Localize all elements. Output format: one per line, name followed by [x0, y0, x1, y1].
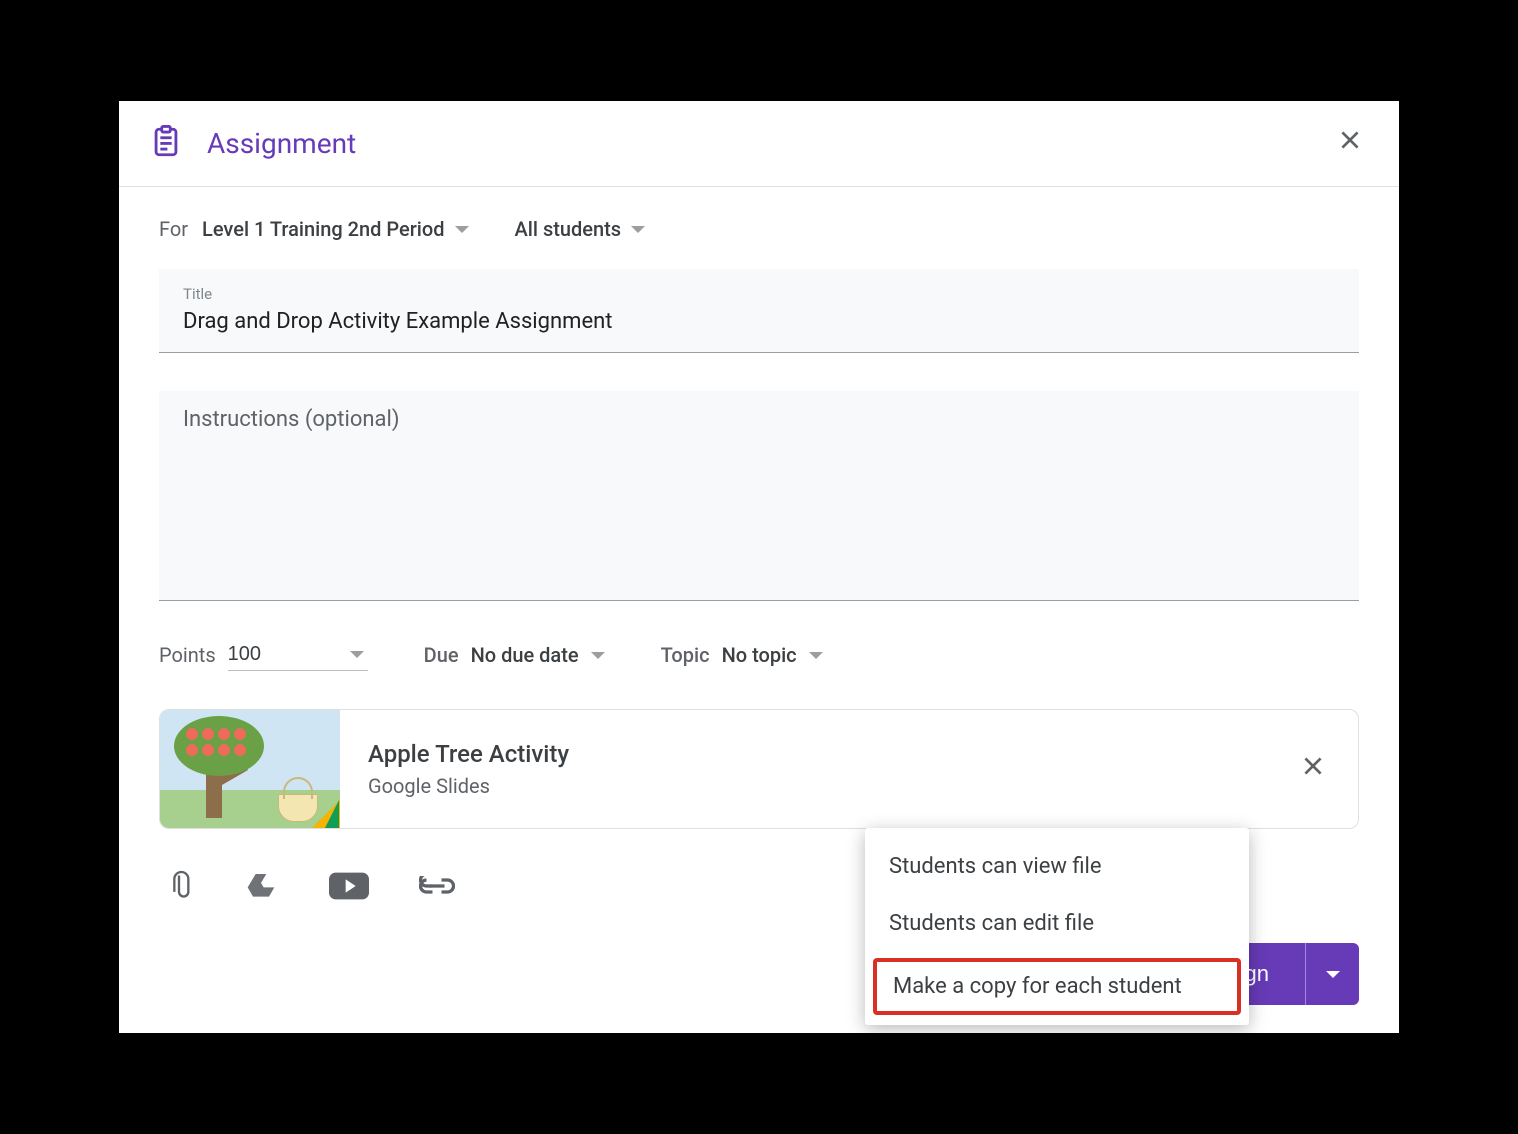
chevron-down-icon [455, 226, 469, 233]
students-dropdown[interactable]: All students [515, 217, 646, 241]
instructions-field[interactable]: Instructions (optional) [159, 391, 1359, 601]
chevron-down-icon [1326, 971, 1340, 978]
dialog-header: Assignment [119, 101, 1399, 187]
points-label: Points [159, 643, 216, 667]
attach-file-icon[interactable] [165, 869, 193, 907]
topic-value: No topic [722, 643, 797, 667]
points-input[interactable] [228, 639, 368, 671]
permission-menu: Students can view file Students can edit… [865, 828, 1249, 1025]
dialog-title: Assignment [207, 127, 1331, 160]
class-value: Level 1 Training 2nd Period [202, 217, 444, 241]
title-label: Title [183, 285, 1335, 303]
menu-item-edit[interactable]: Students can edit file [865, 895, 1249, 952]
menu-item-copy[interactable]: Make a copy for each student [873, 958, 1241, 1015]
title-value: Drag and Drop Activity Example Assignmen… [183, 309, 1335, 334]
remove-attachment-button[interactable] [1268, 733, 1358, 806]
meta-row: Points Due No due date Topic No topic [159, 639, 1359, 671]
attachment-info: Apple Tree Activity Google Slides [340, 740, 1268, 798]
students-value: All students [515, 217, 622, 241]
close-button[interactable] [1331, 121, 1369, 166]
for-label: For [159, 217, 188, 241]
attachment-card[interactable]: Apple Tree Activity Google Slides [159, 709, 1359, 829]
instructions-placeholder: Instructions (optional) [183, 407, 1335, 432]
chevron-down-icon [631, 226, 645, 233]
drive-icon[interactable] [243, 870, 279, 906]
title-field[interactable]: Title Drag and Drop Activity Example Ass… [159, 269, 1359, 353]
for-row: For Level 1 Training 2nd Period All stud… [159, 217, 1359, 241]
chevron-down-icon [809, 652, 823, 659]
link-icon[interactable] [419, 876, 455, 900]
attachment-thumbnail [160, 710, 340, 828]
chevron-down-icon [591, 652, 605, 659]
assignment-dialog: Assignment For Level 1 Training 2nd Peri… [119, 101, 1399, 1033]
assign-dropdown-button[interactable] [1305, 943, 1359, 1005]
dialog-content: For Level 1 Training 2nd Period All stud… [119, 187, 1399, 937]
attachment-type: Google Slides [368, 774, 1240, 798]
menu-item-view[interactable]: Students can view file [865, 838, 1249, 895]
assignment-icon [149, 125, 183, 163]
attachment-title: Apple Tree Activity [368, 740, 1240, 768]
topic-dropdown[interactable]: Topic No topic [661, 643, 823, 667]
due-dropdown[interactable]: Due No due date [424, 643, 605, 667]
topic-label: Topic [661, 643, 710, 667]
youtube-icon[interactable] [329, 872, 369, 904]
due-label: Due [424, 643, 459, 667]
points-group: Points [159, 639, 368, 671]
class-dropdown[interactable]: Level 1 Training 2nd Period [202, 217, 468, 241]
due-value: No due date [471, 643, 579, 667]
chevron-down-icon[interactable] [350, 651, 364, 658]
